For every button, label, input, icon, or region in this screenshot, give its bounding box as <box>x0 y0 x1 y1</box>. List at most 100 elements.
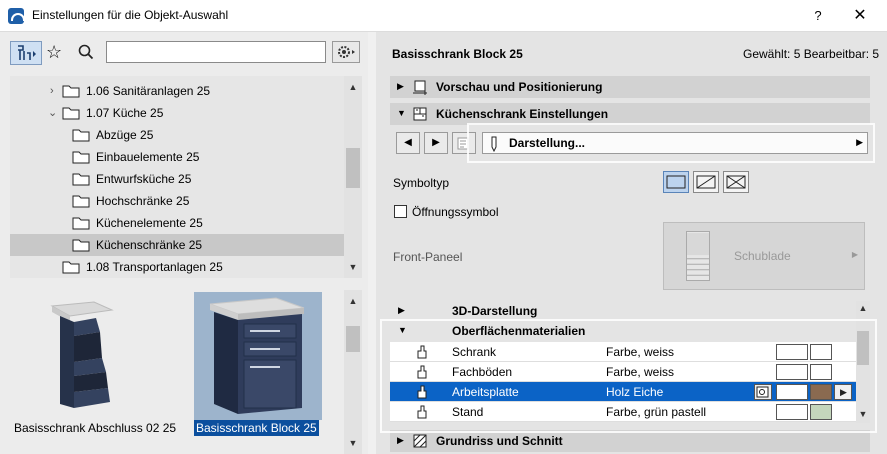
parameter-scrollbar[interactable]: ▲ ▼ <box>856 301 870 423</box>
page-dropdown[interactable]: Darstellung... ▶ <box>482 132 868 154</box>
tree-item-label: Entwurfsküche 25 <box>96 172 192 186</box>
library-settings-button[interactable] <box>332 41 360 63</box>
expand-arrow-icon[interactable]: ▶ <box>397 435 404 446</box>
scrollbar-thumb[interactable] <box>857 331 869 365</box>
material-name: Fachböden <box>452 365 513 379</box>
material-override-field[interactable] <box>776 404 808 420</box>
collapse-arrow-icon[interactable]: ⌄ <box>48 102 58 124</box>
close-button[interactable]: ✕ <box>850 6 870 26</box>
collapse-arrow-icon[interactable]: ▼ <box>397 108 406 118</box>
material-override-field[interactable] <box>776 364 808 380</box>
next-page-button[interactable]: ▶ <box>424 132 448 154</box>
symbol-type-cross-button[interactable] <box>723 171 749 193</box>
library-view-button[interactable] <box>10 41 42 65</box>
previous-page-button[interactable]: ◀ <box>396 132 420 154</box>
opening-symbol-label: Öffnungssymbol <box>412 205 499 219</box>
material-row[interactable]: Stand Farbe, grün pastell <box>390 402 856 422</box>
tree-item-sanitaeranlagen[interactable]: › 1.06 Sanitäranlagen 25 <box>10 80 344 102</box>
material-row-selected[interactable]: Arbeitsplatte Holz Eiche ▶ <box>390 382 856 402</box>
expand-arrow-icon[interactable]: › <box>50 80 60 102</box>
gear-icon <box>338 46 355 58</box>
material-picker-button[interactable] <box>754 384 772 400</box>
scrollbar-thumb[interactable] <box>346 326 360 352</box>
symboltyp-label: Symboltyp <box>393 176 450 190</box>
paintbrush-icon <box>417 365 427 379</box>
expand-arrow-icon[interactable]: ▶ <box>398 305 405 316</box>
tree-item-transportanlagen[interactable]: 1.08 Transportanlagen 25 <box>10 256 344 278</box>
section-title: Vorschau und Positionierung <box>436 80 603 94</box>
expand-arrow-icon[interactable]: ▶ <box>397 81 404 92</box>
search-input[interactable] <box>106 41 326 63</box>
tree-item-label: 1.06 Sanitäranlagen 25 <box>86 84 211 98</box>
search-icon[interactable] <box>78 44 94 60</box>
left-panel: ☆ › 1.06 Sanitäranlagen 25 ⌄ 1.07 Küche … <box>0 32 368 454</box>
scroll-down-arrow-icon[interactable]: ▼ <box>855 407 871 421</box>
plain-rectangle-icon <box>666 175 686 189</box>
page-navigation: ◀ ▶ Darstellung... ▶ <box>390 132 870 154</box>
tree-item-entwurfskueche[interactable]: Entwurfsküche 25 <box>10 168 344 190</box>
preview-item-label: Basisschrank Abschluss 02 25 <box>14 421 177 435</box>
material-color-swatch[interactable] <box>810 364 832 380</box>
crossed-rectangle-icon <box>726 175 746 189</box>
tree-item-kueche[interactable]: ⌄ 1.07 Küche 25 <box>10 102 344 124</box>
tree-item-label: Einbauelemente 25 <box>96 150 200 164</box>
sub-oberflaechenmaterialien[interactable]: ▼ Oberflächenmaterialien <box>390 321 856 341</box>
corner-cabinet-thumbnail <box>50 301 114 408</box>
scroll-up-arrow-icon[interactable]: ▲ <box>345 294 361 308</box>
tree-item-label: Abzüge 25 <box>96 128 154 142</box>
folder-icon <box>72 151 90 164</box>
symbol-type-diagonal-button[interactable] <box>693 171 719 193</box>
subsection-title: Oberflächenmaterialien <box>452 324 586 338</box>
tree-item-kuechenschraenke[interactable]: Küchenschränke 25 <box>10 234 344 256</box>
floor-plan-icon <box>413 434 427 448</box>
window-title: Einstellungen für die Objekt-Auswahl <box>32 8 229 22</box>
tree-item-label: 1.07 Küche 25 <box>86 106 164 120</box>
tree-scrollbar[interactable]: ▲ ▼ <box>344 76 362 278</box>
material-expand-button[interactable]: ▶ <box>834 384 852 400</box>
tree-item-label: Küchenelemente 25 <box>96 216 203 230</box>
tree-item-label: Küchenschränke 25 <box>96 238 203 252</box>
preview-item-label: Basisschrank Block 25 <box>194 420 319 436</box>
scroll-up-arrow-icon[interactable]: ▲ <box>855 301 871 315</box>
scrollbar-thumb[interactable] <box>346 148 360 188</box>
scroll-down-arrow-icon[interactable]: ▼ <box>345 436 361 450</box>
sub-3d-darstellung[interactable]: ▶ 3D-Darstellung <box>390 301 856 321</box>
preview-item-basisschrank-abschluss[interactable]: Basisschrank Abschluss 02 25 <box>12 290 176 440</box>
tree-item-abzuege[interactable]: Abzüge 25 <box>10 124 344 146</box>
material-name: Stand <box>452 405 484 419</box>
page-list-button[interactable] <box>452 132 476 154</box>
material-row[interactable]: Schrank Farbe, weiss <box>390 342 856 362</box>
paintbrush-icon <box>417 405 427 419</box>
material-override-field[interactable] <box>776 384 808 400</box>
tree-item-kuechenelemente[interactable]: Küchenelemente 25 <box>10 212 344 234</box>
collapse-arrow-icon[interactable]: ▼ <box>398 325 407 335</box>
material-row[interactable]: Fachböden Farbe, weiss <box>390 362 856 382</box>
material-color-swatch[interactable] <box>810 404 832 420</box>
chevron-right-icon: ▶ <box>840 387 847 397</box>
section-grundriss[interactable]: ▶ Grundriss und Schnitt <box>390 430 870 452</box>
material-color-swatch[interactable] <box>810 344 832 360</box>
settings-panel: Basisschrank Block 25 Gewählt: 5 Bearbei… <box>376 32 887 454</box>
front-panel-selector[interactable]: Schublade ▶ <box>663 222 865 290</box>
preview-scrollbar[interactable]: ▲ ▼ <box>344 290 362 454</box>
help-button[interactable]: ? <box>808 6 828 26</box>
object-library-icon <box>18 45 36 60</box>
material-override-field[interactable] <box>776 344 808 360</box>
opening-symbol-checkbox[interactable] <box>394 205 407 218</box>
folder-icon <box>72 195 90 208</box>
scroll-down-arrow-icon[interactable]: ▼ <box>345 260 361 274</box>
favorites-star-icon[interactable]: ☆ <box>46 42 62 62</box>
preview-item-basisschrank-block[interactable]: Basisschrank Block 25 <box>194 290 322 440</box>
page-list-icon <box>457 137 469 150</box>
tree-item-hochschraenke[interactable]: Hochschränke 25 <box>10 190 344 212</box>
section-vorschau[interactable]: ▶ Vorschau und Positionierung <box>390 76 870 98</box>
object-preview-grid: Basisschrank Abschluss 02 25 Basisschran… <box>10 290 362 454</box>
section-title: Grundriss und Schnitt <box>436 434 563 448</box>
scroll-up-arrow-icon[interactable]: ▲ <box>345 80 361 94</box>
folder-icon <box>62 85 80 98</box>
symbol-type-plain-button[interactable] <box>663 171 689 193</box>
tree-item-einbauelemente[interactable]: Einbauelemente 25 <box>10 146 344 168</box>
section-kuechenschrank[interactable]: ▼ Küchenschrank Einstellungen <box>390 103 870 125</box>
material-color-swatch[interactable] <box>810 384 832 400</box>
dropdown-arrow-icon: ▶ <box>856 137 863 147</box>
